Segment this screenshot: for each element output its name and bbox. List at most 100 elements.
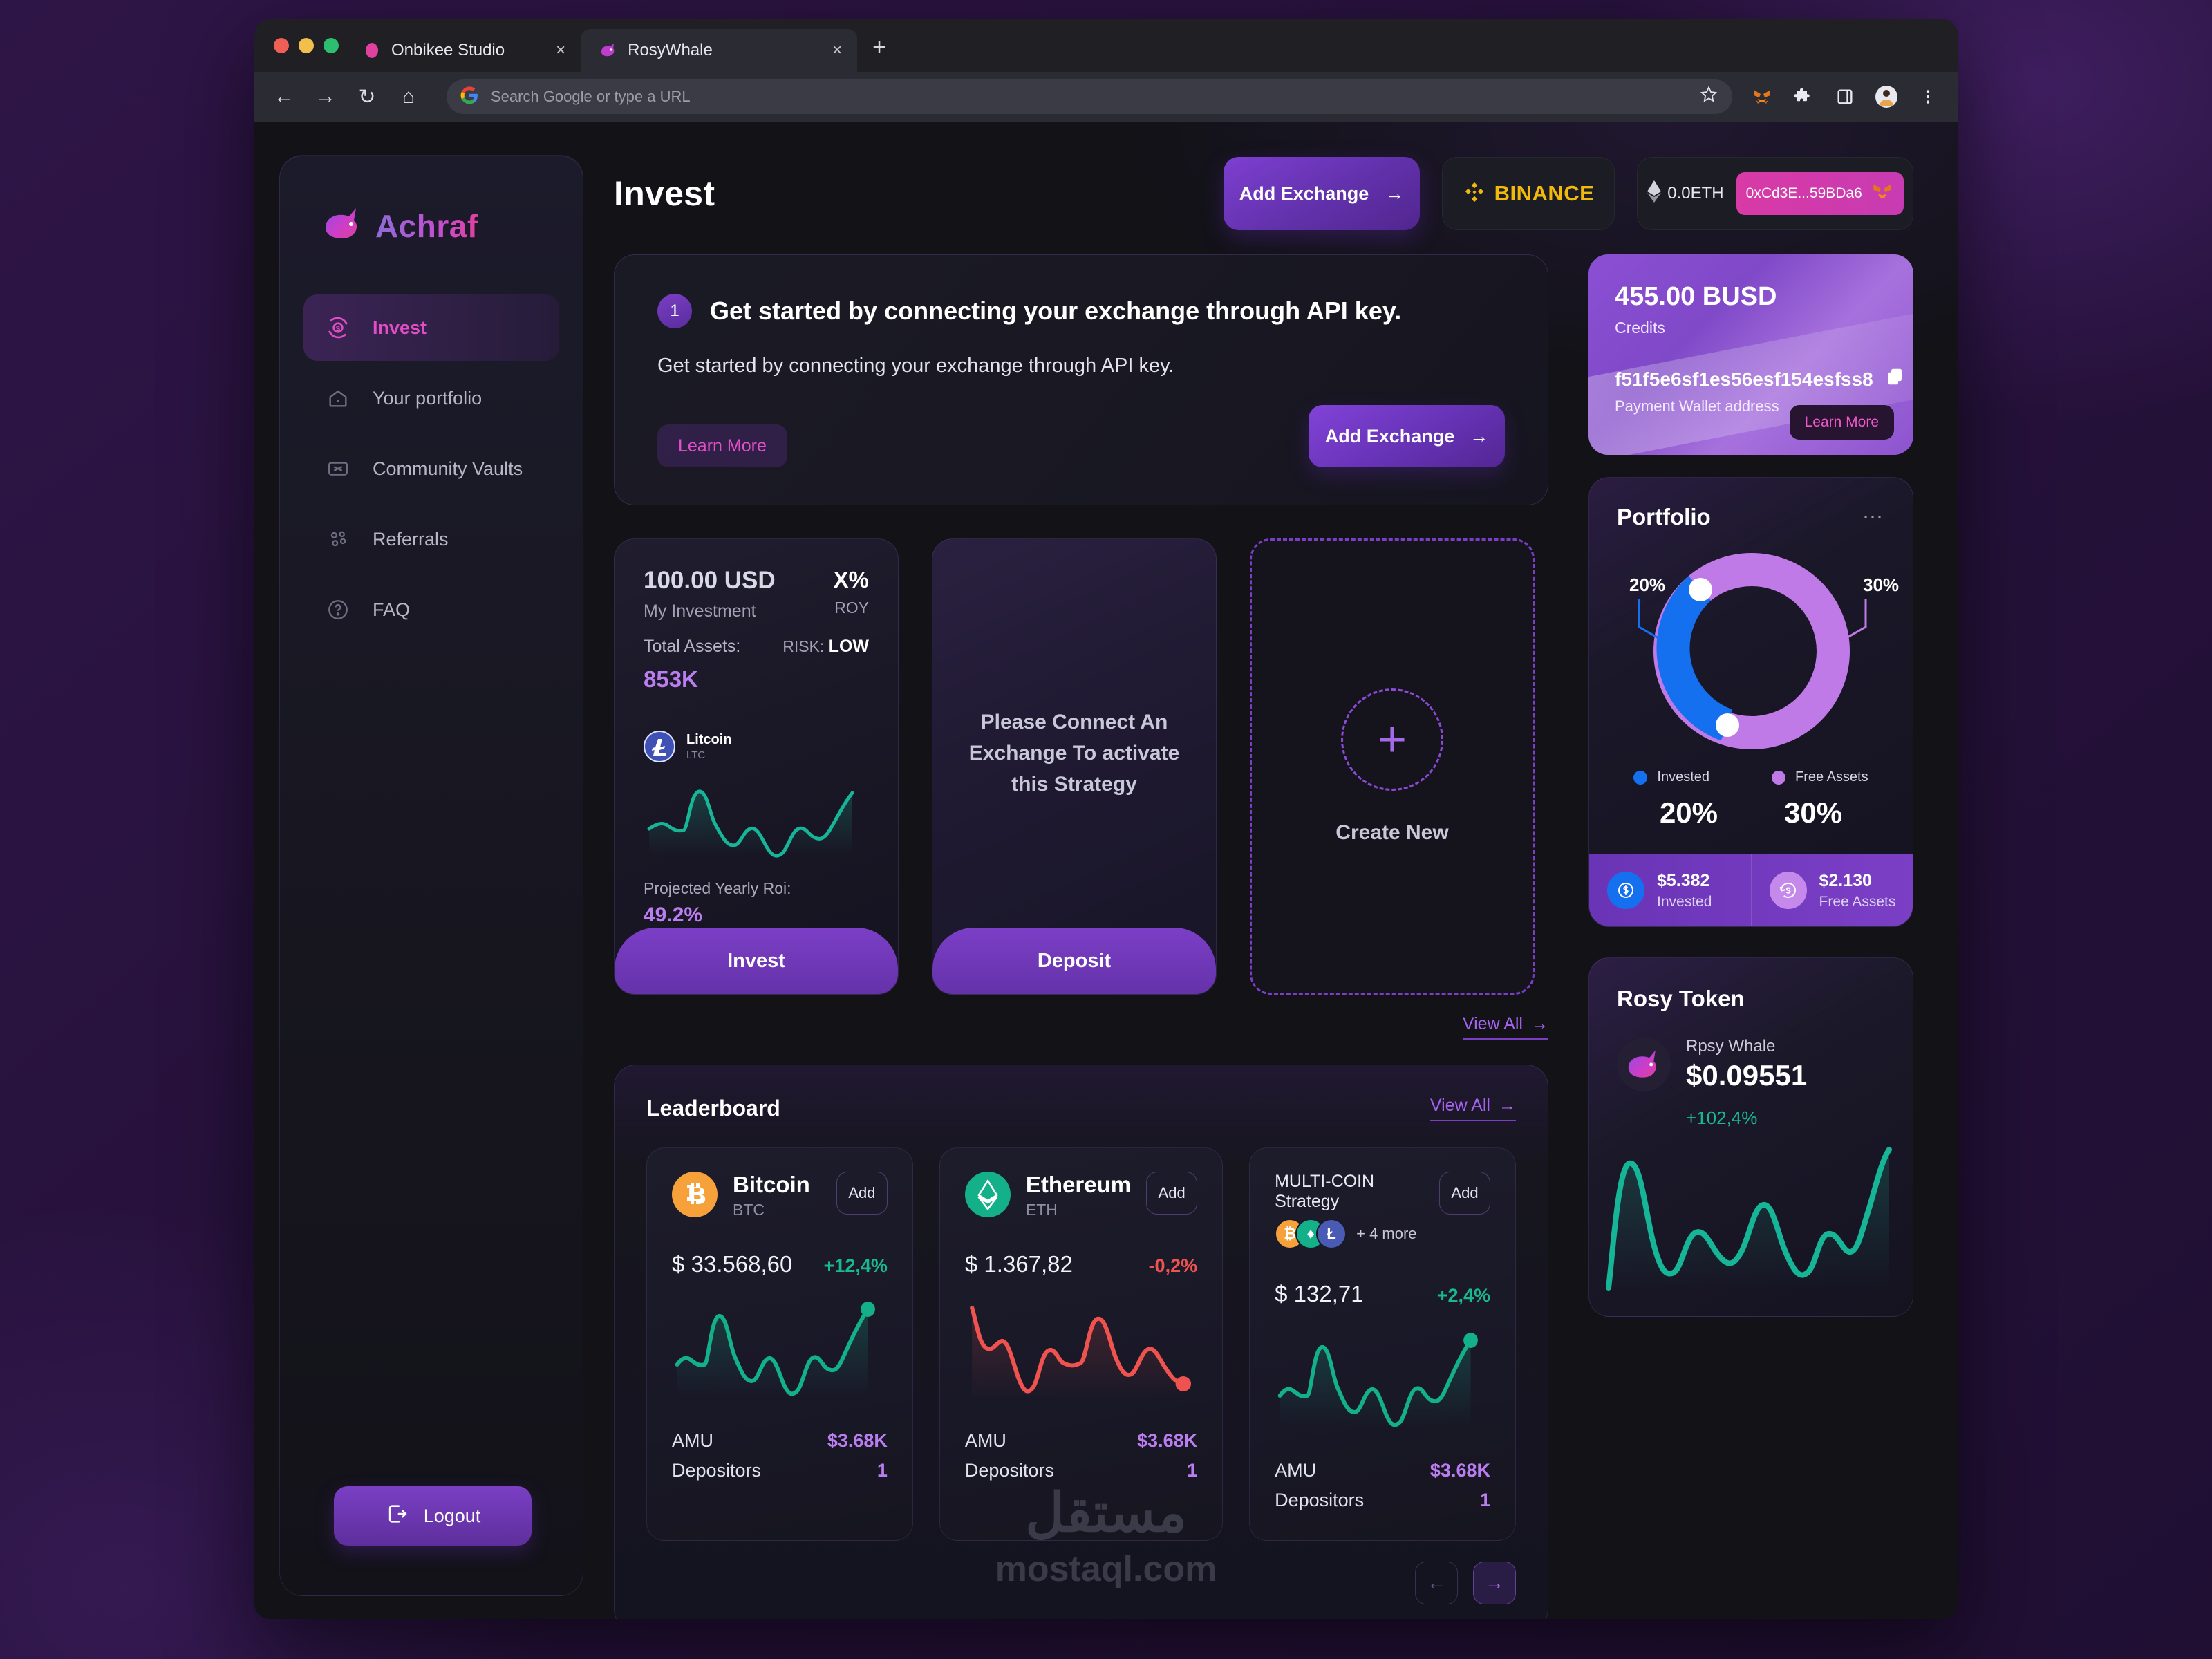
depositors-value: 1 (877, 1460, 888, 1481)
leaderboard-card-bitcoin[interactable]: Bitcoin BTC Add $ 33.568,60 +12,4% AMU $… (646, 1147, 913, 1541)
strategy-roy-value: X% (833, 567, 869, 592)
sidebar-item-invest[interactable]: $ Invest (303, 294, 559, 361)
strategy-coin-symbol: LTC (686, 749, 706, 761)
minimize-window-button[interactable] (299, 38, 314, 53)
strategies-view-all-row: View All → (614, 1014, 1548, 1040)
portfolio-free-assets-stat: $2.130 Free Assets (1750, 854, 1913, 926)
close-window-button[interactable] (274, 38, 289, 53)
maximize-window-button[interactable] (324, 38, 339, 53)
svg-text:30%: 30% (1863, 574, 1899, 595)
banner-subtitle: Get started by connecting your exchange … (657, 355, 1174, 377)
portfolio-values: 20% 30% (1589, 796, 1913, 854)
coin-change: +12,4% (823, 1255, 888, 1276)
strategy-coin-name: Litcoin (686, 732, 732, 747)
strategies-view-all-link[interactable]: View All → (1462, 1014, 1548, 1040)
deposit-button[interactable]: Deposit (932, 928, 1216, 994)
leaderboard-card-multicoin[interactable]: MULTI-COIN Strategy ₿ ♦ Ł + 4 more Add $… (1249, 1147, 1516, 1541)
app-root: Achraf $ Invest Your portfolio Community… (254, 122, 1958, 1619)
sidebar-item-label: FAQ (373, 599, 411, 620)
extensions-puzzle-icon[interactable] (1792, 85, 1815, 109)
add-coin-button[interactable]: Add (836, 1172, 888, 1215)
banner-heading-row: 1 Get started by connecting your exchang… (657, 294, 1505, 328)
wallet-badge[interactable]: 0.0ETH 0xCd3E...59BDa6 (1637, 157, 1913, 230)
strategy-card-locked[interactable]: Please Connect An Exchange To activate t… (932, 538, 1217, 995)
close-tab-button[interactable]: × (791, 41, 842, 60)
sidepanel-icon[interactable] (1833, 85, 1857, 109)
browser-tab-bar: Onbikee Studio × RosyWhale × + (254, 19, 1958, 72)
question-icon (324, 596, 352, 624)
binance-badge[interactable]: BINANCE (1442, 157, 1615, 230)
metamask-icon[interactable] (1750, 85, 1774, 109)
risk-value: LOW (828, 637, 869, 656)
portfolio-invested-text: $5.382 Invested (1657, 871, 1712, 910)
home-icon[interactable]: ⌂ (397, 85, 420, 109)
address-bar[interactable]: Search Google or type a URL (447, 79, 1732, 114)
whale-avatar-icon (1617, 1038, 1671, 1091)
brand: Achraf (280, 156, 583, 246)
leaderboard-card-ethereum[interactable]: Ethereum ETH Add $ 1.367,82 -0,2% AMU $3… (939, 1147, 1224, 1541)
browser-tab-rosywhale[interactable]: RosyWhale × (581, 29, 858, 72)
coin-card-header: Bitcoin BTC Add (672, 1172, 888, 1219)
strategy-coin-row: Litcoin LTC (615, 711, 898, 762)
back-icon[interactable]: ← (272, 85, 296, 109)
leaderboard-title: Leaderboard (646, 1096, 780, 1121)
kebab-dots-icon[interactable]: ⋯ (1862, 505, 1885, 529)
browser-tab-onbikee-studio[interactable]: Onbikee Studio × (344, 29, 581, 72)
leaderboard-panel: Leaderboard View All → Bitcoin BTC Add $… (614, 1065, 1548, 1619)
rosy-token-name: Rpsy Whale (1686, 1037, 1776, 1056)
step-badge: 1 (657, 294, 692, 328)
copy-icon[interactable] (1884, 366, 1905, 392)
new-tab-button[interactable]: + (872, 34, 886, 61)
prev-page-button[interactable]: ← (1415, 1562, 1458, 1604)
sidebar-item-referrals[interactable]: Referrals (303, 506, 559, 572)
window-traffic-lights[interactable] (274, 38, 339, 53)
add-coin-button[interactable]: Add (1146, 1172, 1198, 1215)
bookmark-star-icon[interactable] (1699, 85, 1718, 109)
forward-icon[interactable]: → (314, 85, 337, 109)
kebab-menu-icon[interactable] (1916, 85, 1940, 109)
coin-price-row: $ 1.367,82 -0,2% (965, 1251, 1197, 1277)
create-new-strategy-card[interactable]: + Create New (1250, 538, 1535, 995)
portfolio-footer: $5.382 Invested $2.130 Free Assets (1589, 854, 1913, 926)
portfolio-donut-chart: 20% 30% (1589, 537, 1913, 765)
sidebar-item-label: Community Vaults (373, 458, 523, 479)
reload-icon[interactable]: ↻ (355, 85, 379, 109)
strategy-card-litcoin[interactable]: 100.00 USD My Investment X% ROY Total As… (614, 538, 899, 995)
header-actions: Add Exchange → BINANCE 0.0ETH 0xCd3E...5… (1224, 157, 1913, 230)
close-tab-button[interactable]: × (514, 41, 565, 60)
profile-avatar-icon[interactable] (1875, 85, 1898, 109)
sidebar-item-community-vaults[interactable]: Community Vaults (303, 435, 559, 502)
page-header: Invest Add Exchange → BINANCE 0.0ETH 0xC… (614, 155, 1913, 232)
busd-amount: 455.00 BUSD (1615, 282, 1777, 311)
portfolio-card: Portfolio ⋯ 20% 30% Invested Free Assets… (1588, 477, 1913, 927)
amu-value: $3.68K (827, 1430, 888, 1451)
projected-roi-value: 49.2% (644, 903, 703, 926)
whale-icon (599, 41, 618, 60)
legend-swatch (1633, 770, 1648, 785)
add-coin-button[interactable]: Add (1439, 1172, 1490, 1215)
wallet-address-chip[interactable]: 0xCd3E...59BDa6 (1736, 172, 1904, 215)
whale-logo-icon (321, 205, 364, 246)
busd-credits-card: 455.00 BUSD Credits f51f5e6sf1es56esf154… (1588, 254, 1913, 455)
invest-cycle-icon: $ (324, 314, 352, 341)
depositors-label: Depositors (964, 1460, 1054, 1481)
search-input[interactable]: Search Google or type a URL (491, 88, 691, 106)
portfolio-free-assets-text: $2.130 Free Assets (1819, 871, 1896, 910)
leaderboard-view-all-link[interactable]: View All → (1430, 1096, 1516, 1121)
browser-toolbar: ← → ↻ ⌂ Search Google or type a URL (254, 72, 1958, 122)
invested-percent: 20% (1659, 796, 1718, 829)
sidebar-item-faq[interactable]: FAQ (303, 577, 559, 643)
logout-button[interactable]: Logout (334, 1486, 532, 1546)
logout-label: Logout (423, 1505, 481, 1526)
coin-name: MULTI-COIN Strategy (1275, 1172, 1375, 1211)
strategy-cards-row: 100.00 USD My Investment X% ROY Total As… (614, 538, 1548, 995)
invest-button[interactable]: Invest (615, 928, 898, 994)
legend-item-invested: Invested (1633, 769, 1709, 785)
next-page-button[interactable]: → (1473, 1562, 1516, 1604)
coin-price: $ 33.568,60 (672, 1251, 793, 1277)
add-exchange-button[interactable]: Add Exchange → (1224, 157, 1420, 230)
busd-learn-more-button[interactable]: Learn More (1789, 405, 1894, 440)
sidebar-item-your-portfolio[interactable]: Your portfolio (303, 365, 559, 431)
banner-add-exchange-button[interactable]: Add Exchange → (1309, 405, 1505, 467)
banner-learn-more-button[interactable]: Learn More (657, 424, 787, 467)
